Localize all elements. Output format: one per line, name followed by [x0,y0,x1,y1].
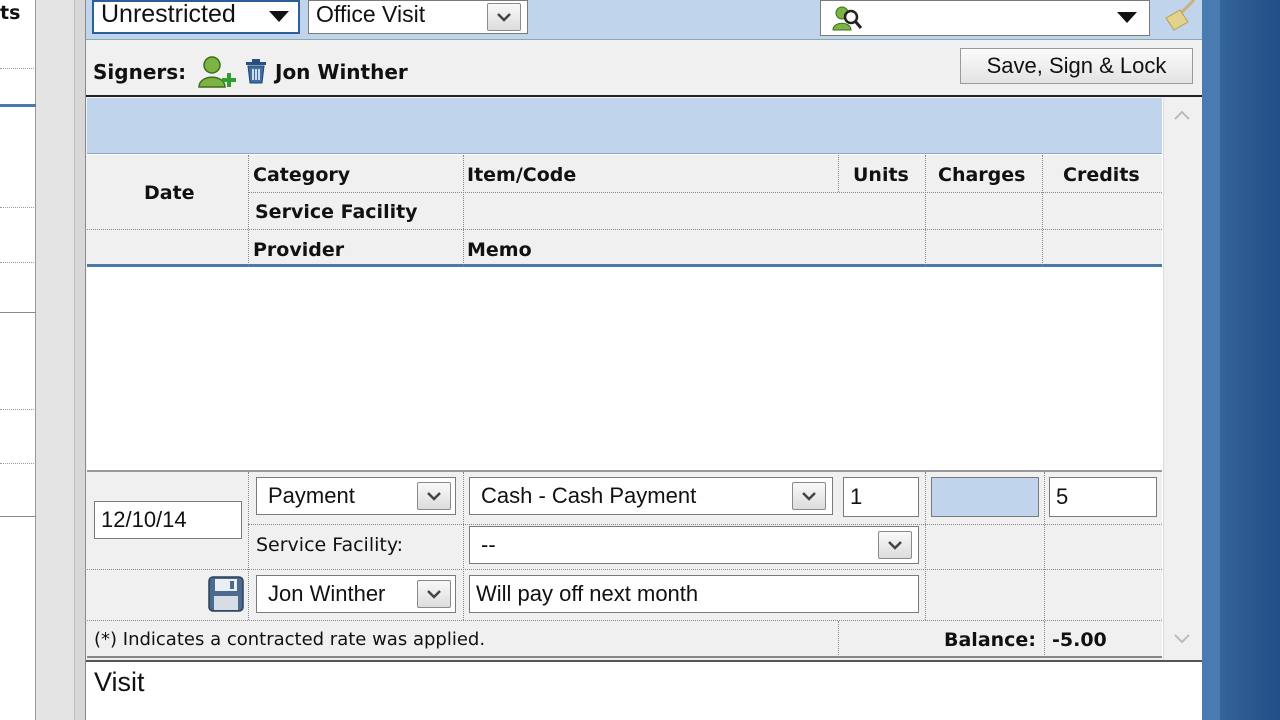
header-units: Units [853,164,909,186]
header-service-facility: Service Facility [255,201,418,223]
signers-label: Signers: [93,60,187,84]
header-charges: Charges [938,164,1026,186]
left-panel-label: ts [0,2,21,24]
visit-type-select[interactable]: Office Visit [308,0,528,34]
visit-type-dropdown-button[interactable] [487,3,521,31]
credits-input-value: 5 [1056,484,1069,509]
visit-section [86,660,1202,720]
visit-type-select-value: Office Visit [316,1,426,27]
header-credits: Credits [1063,164,1140,186]
provider-dropdown-button[interactable] [417,580,451,608]
units-input-value: 1 [850,484,863,509]
balance-label: Balance: [944,629,1036,651]
left-background-panel: ts [0,0,36,720]
chevron-down-icon [427,590,441,599]
header-category: Category [253,164,351,186]
date-input[interactable]: 12/10/14 [94,501,242,539]
date-input-value: 12/10/14 [101,507,187,532]
scroll-down-icon[interactable] [1172,632,1192,646]
window-left-edge [74,0,86,720]
restriction-select-value: Unrestricted [101,0,236,28]
trash-icon[interactable] [244,58,268,84]
restriction-select[interactable]: Unrestricted [92,0,300,34]
category-select-value: Payment [268,483,355,508]
scroll-up-icon[interactable] [1172,108,1192,122]
service-facility-label: Service Facility: [256,534,404,556]
header-item-code: Item/Code [467,164,577,186]
service-facility-select[interactable]: -- [469,526,919,564]
save-disk-icon[interactable] [208,576,244,612]
add-signer-icon[interactable] [198,55,238,93]
header-date: Date [144,182,195,204]
item-code-select[interactable]: Cash - Cash Payment [469,477,833,515]
balance-value: -5.00 [1052,629,1107,651]
category-dropdown-button[interactable] [417,482,451,510]
header-provider: Provider [253,239,345,261]
grid-scrollbar[interactable] [1163,98,1201,660]
chevron-down-icon [427,492,441,501]
item-code-dropdown-button[interactable] [792,482,826,510]
dropdown-arrow-icon [1117,12,1137,23]
units-input[interactable]: 1 [843,477,919,517]
left-gap [36,0,76,720]
credits-input[interactable]: 5 [1049,477,1157,517]
signer-name: Jon Winther [275,60,408,84]
item-code-select-value: Cash - Cash Payment [481,483,697,508]
dropdown-arrow-icon [269,11,289,22]
memo-input-value: Will pay off next month [476,581,699,606]
search-person-icon [832,6,863,31]
window-right-edge [1202,0,1220,720]
chevron-down-icon [497,13,511,22]
save-sign-lock-button[interactable]: Save, Sign & Lock [960,48,1193,84]
provider-select[interactable]: Jon Winther [256,575,456,613]
category-select[interactable]: Payment [256,477,456,515]
visit-section-title: Visit [94,667,145,697]
grid-blue-band [87,98,1162,154]
provider-select-value: Jon Winther [268,581,386,606]
memo-input[interactable]: Will pay off next month [469,575,919,613]
service-facility-select-value: -- [481,532,496,557]
service-facility-dropdown-button[interactable] [878,531,912,559]
contracted-rate-note: (*) Indicates a contracted rate was appl… [94,629,486,650]
header-memo: Memo [467,239,532,261]
broom-icon[interactable] [1160,0,1198,32]
search-select[interactable] [820,0,1150,36]
chevron-down-icon [802,492,816,501]
chevron-down-icon [888,541,902,550]
charges-input[interactable] [931,477,1039,517]
